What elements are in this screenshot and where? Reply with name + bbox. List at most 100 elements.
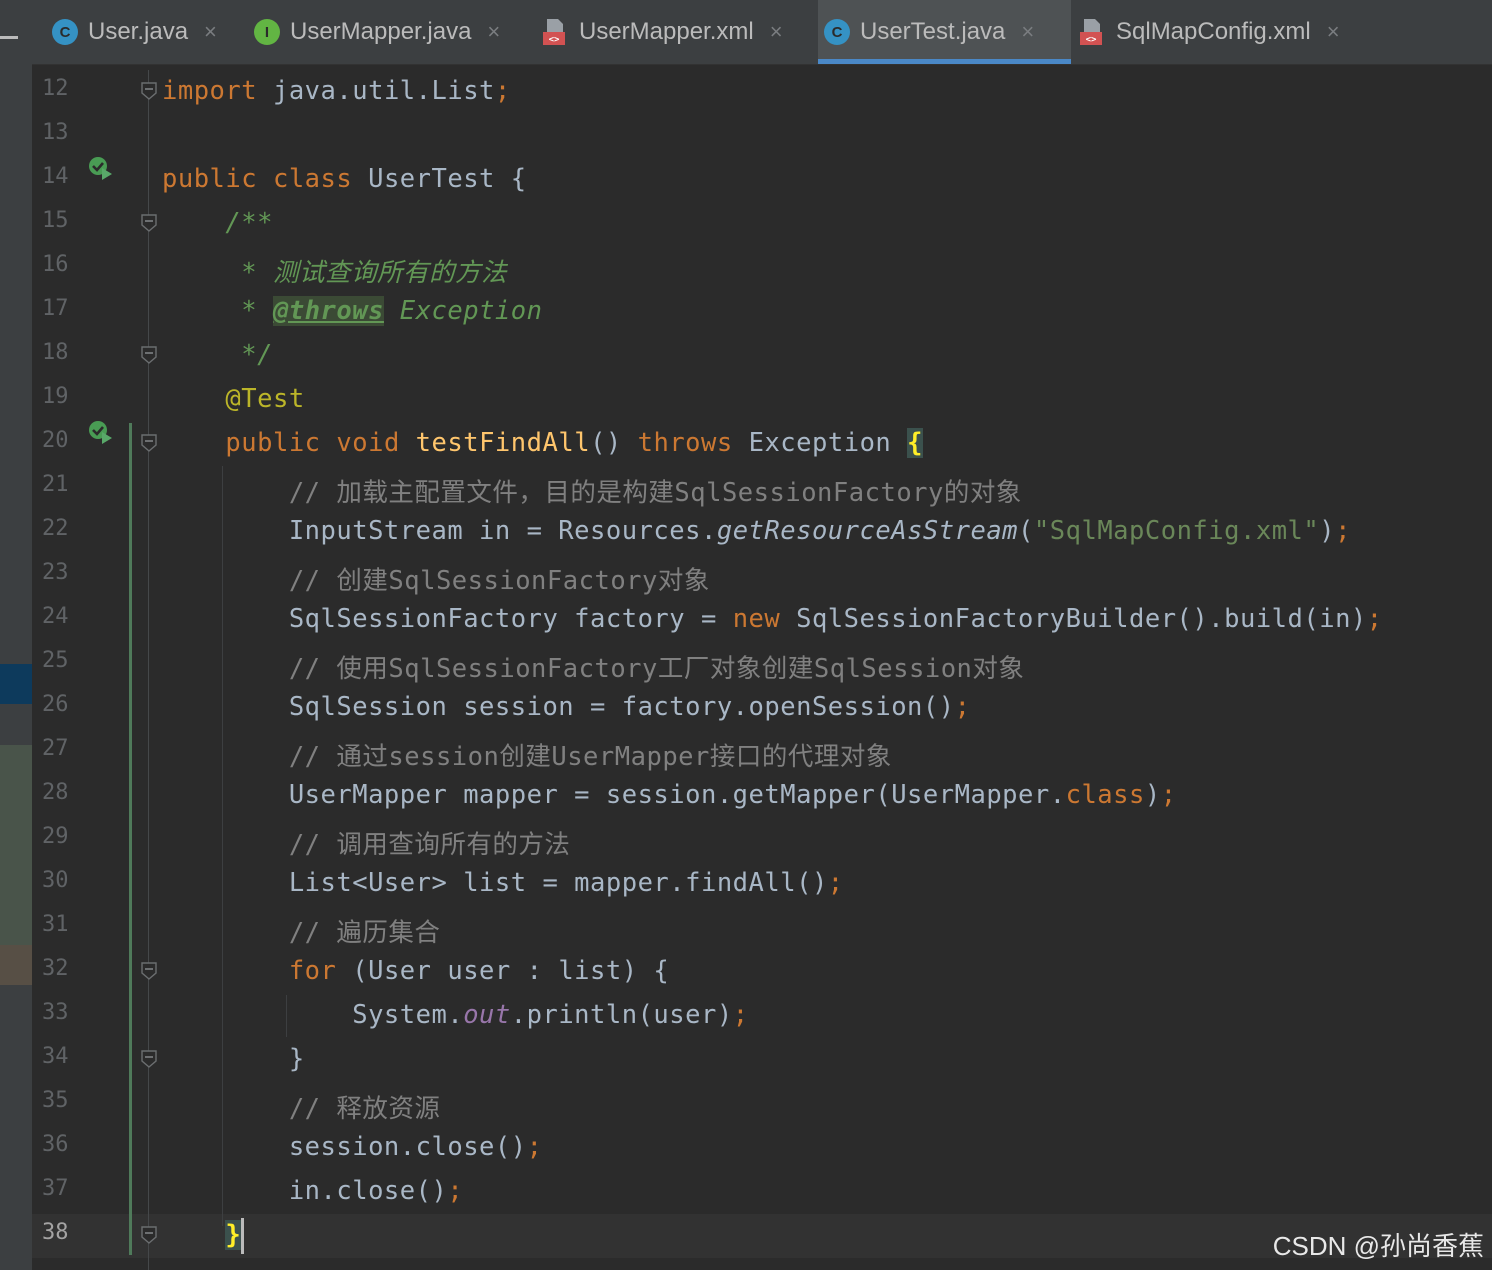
code-token-cm: // 加载主配置文件，目的是构建SqlSessionFactory的对象 (288, 478, 1022, 508)
code-line[interactable]: } (162, 1044, 305, 1074)
code-token: SqlSessionFactory factory = (162, 604, 733, 634)
code-token: SqlSession session = factory.openSession… (162, 692, 955, 722)
code-token-kw: ; (1160, 780, 1177, 810)
code-token: (User user : list) { (336, 956, 670, 986)
code-line[interactable]: List<User> list = mapper.findAll(); (162, 868, 844, 898)
code-line[interactable]: InputStream in = Resources.getResourceAs… (162, 516, 1351, 546)
code-token-cm: // 释放资源 (288, 1094, 441, 1124)
code-token-cm: // 调用查询所有的方法 (288, 830, 571, 860)
code-token-doc: Exception (383, 296, 543, 326)
code-token-cm: // 通过session创建UserMapper接口的代理对象 (288, 742, 892, 772)
code-token-doc: /** (225, 208, 273, 238)
code-token: Exception (732, 428, 908, 458)
run-test-icon[interactable] (86, 418, 116, 448)
watermark: CSDN @孙尚香蕉 (1272, 1231, 1484, 1261)
code-line[interactable]: import java.util.List; (162, 76, 511, 106)
fold-toggle-icon[interactable] (141, 214, 157, 232)
code-token-fn: testFindAll (415, 428, 591, 458)
code-line[interactable]: } (162, 1220, 242, 1250)
code-line[interactable]: @Test (162, 384, 305, 414)
code-line[interactable]: in.close(); (162, 1176, 463, 1206)
code-token-brace: } (225, 1220, 242, 1250)
code-token-cm: // 遍历集合 (288, 918, 441, 948)
code-token-kw: ; (954, 692, 971, 722)
code-line[interactable]: // 调用查询所有的方法 (162, 824, 570, 861)
code-line[interactable]: // 通过session创建UserMapper接口的代理对象 (162, 736, 892, 773)
code-token-kw: ; (732, 1000, 749, 1030)
code-line[interactable]: // 遍历集合 (162, 912, 440, 949)
code-token-field: out (463, 1000, 511, 1030)
fold-toggle-icon[interactable] (141, 82, 157, 100)
code-token-kw: import (162, 76, 258, 106)
code-token-kw: ; (1335, 516, 1351, 546)
code-token-kw: for (288, 956, 337, 986)
code-token-kw: throws (637, 428, 733, 458)
code-token-brace: { (907, 428, 923, 458)
code-token: InputStream in = Resources. (162, 516, 717, 546)
code-token-kw: public void (225, 428, 400, 458)
code-token-kw: class (1065, 780, 1145, 810)
code-token-stat: getResourceAsStream (716, 516, 1019, 546)
code-line[interactable]: // 使用SqlSessionFactory工厂对象创建SqlSession对象 (162, 648, 1024, 685)
code-line[interactable]: public class UserTest { (162, 164, 527, 194)
fold-toggle-icon[interactable] (141, 434, 157, 452)
code-line[interactable]: * @throws Exception (162, 296, 542, 326)
code-line[interactable]: SqlSession session = factory.openSession… (162, 692, 970, 722)
code-token: .println(user) (510, 1000, 733, 1030)
code-token: List<User> list = mapper.findAll() (162, 868, 828, 898)
code-token-doctag: @throws (272, 296, 384, 326)
code-line[interactable]: UserMapper mapper = session.getMapper(Us… (162, 780, 1177, 810)
code-token: () (590, 428, 638, 458)
code-token-str: "SqlMapConfig.xml" (1033, 516, 1320, 546)
code-token-kw: ; (1366, 604, 1383, 634)
fold-toggle-icon[interactable] (141, 962, 157, 980)
code-token: SqlSessionFactoryBuilder().build(in) (780, 604, 1367, 634)
code-line[interactable]: // 加载主配置文件，目的是构建SqlSessionFactory的对象 (162, 472, 1022, 509)
text-caret (241, 1218, 244, 1254)
code-line[interactable]: // 释放资源 (162, 1088, 440, 1125)
code-line[interactable]: * 测试查询所有的方法 (162, 252, 507, 289)
fold-toggle-icon[interactable] (141, 1226, 157, 1244)
code-line[interactable]: /** (162, 208, 273, 238)
code-line[interactable]: */ (162, 340, 273, 370)
code-token-kw: public class (162, 164, 353, 194)
run-test-icon[interactable] (86, 154, 116, 184)
code-token: in.close() (162, 1176, 448, 1206)
code-line[interactable]: System.out.println(user); (162, 1000, 749, 1030)
code-token-kw: ; (494, 76, 511, 106)
code-editor[interactable]: import java.util.List; public class UserT… (0, 0, 1492, 1270)
code-token: UserMapper mapper = session.getMapper(Us… (162, 780, 1066, 810)
code-token-cm: // 创建SqlSessionFactory对象 (288, 566, 710, 596)
code-line[interactable]: public void testFindAll() throws Excepti… (162, 428, 923, 458)
code-token: java.util.List (257, 76, 495, 106)
code-line[interactable]: session.close(); (162, 1132, 542, 1162)
code-token-kw: ; (526, 1132, 543, 1162)
fold-toggle-icon[interactable] (141, 346, 157, 364)
code-token: session.close() (162, 1132, 527, 1162)
code-token: ( (1018, 516, 1034, 546)
code-token: ) (1319, 516, 1336, 546)
code-token-cm: // 使用SqlSessionFactory工厂对象创建SqlSession对象 (288, 654, 1025, 684)
code-token: } (162, 1044, 305, 1074)
fold-toggle-icon[interactable] (141, 1050, 157, 1068)
code-line[interactable]: // 创建SqlSessionFactory对象 (162, 560, 710, 597)
code-line[interactable]: for (User user : list) { (162, 956, 669, 986)
code-token-kw: new (732, 604, 781, 634)
code-token-doc: * 测试查询所有的方法 (241, 258, 507, 288)
code-line[interactable]: SqlSessionFactory factory = new SqlSessi… (162, 604, 1383, 634)
